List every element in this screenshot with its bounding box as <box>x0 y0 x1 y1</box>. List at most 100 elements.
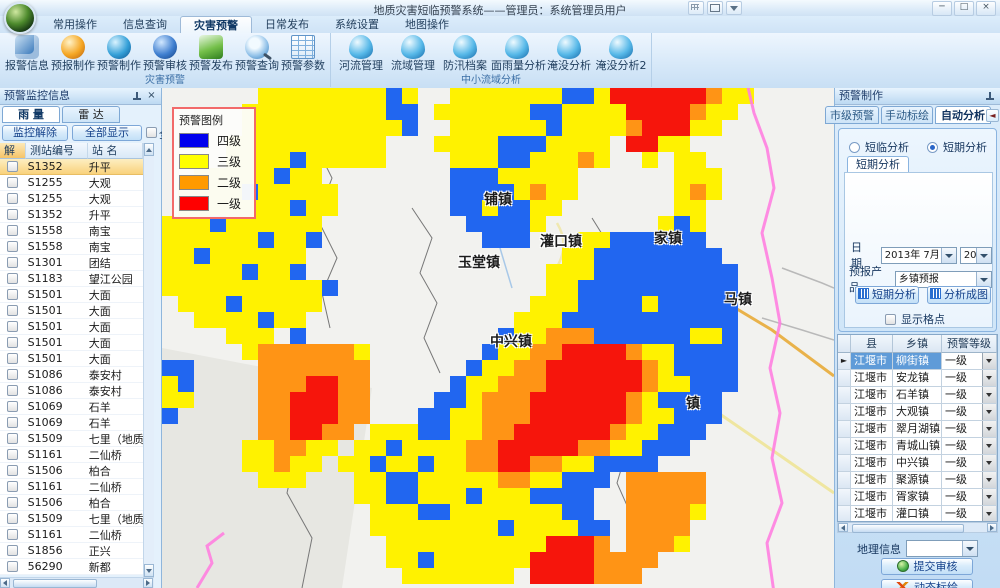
short-term-analyze-button[interactable]: 短期分析 <box>855 286 919 304</box>
ribbon-item-防汛档案[interactable]: 防汛档案 <box>439 33 491 75</box>
fullscreen-icon[interactable] <box>707 1 723 15</box>
menu-tab-2[interactable]: 灾害预警 <box>180 16 252 33</box>
monitor-tab-1[interactable]: 雷 达 <box>62 106 120 123</box>
row-checkbox[interactable] <box>7 273 18 284</box>
warning-tab-2[interactable]: 自动分析 <box>935 106 991 124</box>
station-row[interactable]: S1501大面 <box>0 287 143 303</box>
level-select[interactable]: 一级 <box>942 404 997 421</box>
level-select[interactable]: 一级 <box>942 421 997 438</box>
row-checkbox[interactable] <box>7 353 18 364</box>
row-checkbox[interactable] <box>7 385 18 396</box>
column-header-1[interactable]: 测站编号 <box>26 143 88 159</box>
menu-tab-4[interactable]: 系统设置 <box>322 16 392 33</box>
scroll-right-icon[interactable] <box>143 578 153 588</box>
grid-column-header-0[interactable]: 县 <box>851 335 893 353</box>
hscroll-thumb[interactable] <box>13 579 97 588</box>
chevron-down-icon[interactable] <box>982 472 996 488</box>
dynamic-plot-button[interactable]: 动态标绘 <box>881 579 973 588</box>
grid-column-header-2[interactable]: 预警等级 <box>942 335 997 353</box>
chevron-down-icon[interactable] <box>982 506 996 522</box>
date-picker[interactable]: 2013年 7月 8日 <box>881 247 957 264</box>
tab-scroll-left-icon[interactable]: ◄ <box>986 109 999 122</box>
scroll-down-icon[interactable] <box>144 564 154 577</box>
row-checkbox[interactable] <box>7 241 18 252</box>
row-checkbox[interactable] <box>7 481 18 492</box>
hscroll-thumb[interactable] <box>852 524 964 533</box>
station-row[interactable]: S1069石羊 <box>0 399 143 415</box>
maximize-button[interactable]: □ <box>954 1 974 16</box>
station-row[interactable]: 56290新都 <box>0 559 143 575</box>
ribbon-item-预警发布[interactable]: 预警发布 <box>188 33 234 75</box>
station-row[interactable]: S1301团结 <box>0 255 143 271</box>
pin-icon[interactable] <box>985 91 994 102</box>
scroll-up-icon[interactable] <box>144 143 154 156</box>
row-checkbox[interactable] <box>7 369 18 380</box>
close-icon[interactable]: × <box>146 90 157 102</box>
grid-row[interactable]: ►江堰市柳街镇一级 <box>838 353 997 370</box>
station-row[interactable]: S1161二仙桥 <box>0 479 143 495</box>
row-checkbox[interactable] <box>7 401 18 412</box>
station-row[interactable]: S1352升平 <box>0 159 143 175</box>
chevron-down-icon[interactable] <box>982 404 996 420</box>
chevron-down-icon[interactable] <box>726 1 742 15</box>
level-select[interactable]: 一级 <box>942 455 997 472</box>
map-view[interactable]: 铺镇灌口镇家镇玉堂镇中兴镇马镇镇 预警图例 四级三级二级一级 <box>162 88 834 588</box>
station-row[interactable]: S1161二仙桥 <box>0 447 143 463</box>
row-checkbox[interactable] <box>7 497 18 508</box>
row-checkbox[interactable] <box>7 193 18 204</box>
station-row[interactable]: S1501大面 <box>0 335 143 351</box>
grid-row[interactable]: 江堰市中兴镇一级 <box>838 455 997 472</box>
chevron-down-icon[interactable] <box>982 489 996 505</box>
radio-短期分析[interactable] <box>927 142 938 153</box>
warning-tab-0[interactable]: 市级预警 <box>825 106 879 124</box>
menu-tab-5[interactable]: 地图操作 <box>392 16 462 33</box>
row-checkbox[interactable] <box>7 209 18 220</box>
ribbon-item-预警审核[interactable]: 预警审核 <box>142 33 188 75</box>
grid-row[interactable]: 江堰市安龙镇一级 <box>838 370 997 387</box>
column-header-0[interactable]: 解 除 <box>0 143 26 159</box>
station-row[interactable]: S1255大观 <box>0 175 143 191</box>
chevron-down-icon[interactable] <box>982 387 996 403</box>
ribbon-item-河流管理[interactable]: 河流管理 <box>335 33 387 75</box>
station-table-vscrollbar[interactable] <box>143 143 154 577</box>
row-checkbox[interactable] <box>7 449 18 460</box>
grid-row[interactable]: 江堰市聚源镇一级 <box>838 472 997 489</box>
station-row[interactable]: S1506柏合 <box>0 495 143 511</box>
station-row[interactable]: S1069石羊 <box>0 415 143 431</box>
chevron-down-icon[interactable] <box>982 353 996 369</box>
row-checkbox[interactable] <box>7 513 18 524</box>
scroll-left-icon[interactable] <box>838 523 848 532</box>
station-row[interactable]: S1255大观 <box>0 191 143 207</box>
station-row[interactable]: S1501大面 <box>0 351 143 367</box>
level-select[interactable]: 一级 <box>942 472 997 489</box>
chevron-down-icon[interactable] <box>982 421 996 437</box>
row-checkbox[interactable] <box>7 257 18 268</box>
station-row[interactable]: S1558南宝 <box>0 239 143 255</box>
column-header-2[interactable]: 站 名 <box>88 143 143 159</box>
show-gridpoints-checkbox[interactable] <box>885 314 896 325</box>
scroll-left-icon[interactable] <box>0 578 10 588</box>
submit-review-button[interactable]: 提交审核 <box>881 558 973 575</box>
station-row[interactable]: S1352升平 <box>0 207 143 223</box>
station-row[interactable]: S1558南宝 <box>0 223 143 239</box>
grid-hscrollbar[interactable] <box>837 522 998 533</box>
grid-row[interactable]: 江堰市灌口镇一级 <box>838 506 997 522</box>
row-checkbox[interactable] <box>7 289 18 300</box>
show-all-button[interactable]: 全部显示 <box>72 125 142 141</box>
station-row[interactable]: S1183望江公园 <box>0 271 143 287</box>
ribbon-item-预警查询[interactable]: 预警查询 <box>234 33 280 75</box>
geo-info-select[interactable] <box>906 540 978 557</box>
row-checkbox[interactable] <box>7 417 18 428</box>
ribbon-item-淹没分析2[interactable]: 淹没分析2 <box>595 33 647 75</box>
station-row[interactable]: S1509七里（地质灾 <box>0 431 143 447</box>
station-row[interactable]: S1161二仙桥 <box>0 527 143 543</box>
level-select[interactable]: 一级 <box>942 438 997 455</box>
row-checkbox[interactable] <box>7 465 18 476</box>
ribbon-item-预警参数[interactable]: 预警参数 <box>280 33 326 75</box>
ribbon-item-报警信息[interactable]: 报警信息 <box>4 33 50 75</box>
chevron-down-icon[interactable] <box>982 370 996 386</box>
monitor-clear-button[interactable]: 监控解除 <box>2 125 68 141</box>
row-checkbox[interactable] <box>7 545 18 556</box>
ribbon-item-面雨量分析[interactable]: 面雨量分析 <box>491 33 543 75</box>
hour-select[interactable]: 20 <box>960 247 992 264</box>
